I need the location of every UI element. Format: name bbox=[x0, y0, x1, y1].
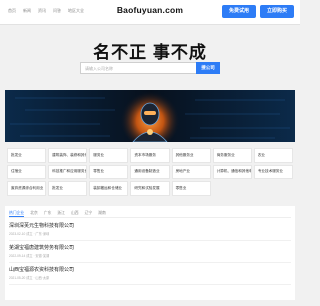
company-search-input[interactable]: 请输入公司名称 bbox=[80, 62, 196, 74]
category-item[interactable]: 研究和试验发展 bbox=[130, 181, 170, 196]
company-list-panel: 热门企业 北京 广东 浙江 山西 辽宁 湖南 深圳深芙元生物科技有限公司 202… bbox=[5, 206, 295, 300]
category-item[interactable]: 零售业 bbox=[171, 181, 211, 196]
category-item[interactable]: 服务业 bbox=[89, 148, 129, 163]
category-item[interactable]: 通用设备制造业 bbox=[130, 164, 170, 180]
tab-guangdong[interactable]: 广东 bbox=[44, 210, 52, 217]
company-list-item[interactable]: 芜湖宝福唐建筑劳务有限公司 2022-09-14 成立 · 安徽·芜湖 bbox=[9, 242, 291, 263]
company-list-item[interactable]: 山西宝福源农资科技有限公司 2021-05-20 成立 · 山西·太原 bbox=[9, 264, 291, 285]
category-item[interactable]: 科技推广和应用服务业 bbox=[48, 164, 88, 180]
industry-category-grid: 批发业 建筑装饰、装修和其他建筑业 服务业 资本市场服务 其他服务业 商务服务业… bbox=[5, 146, 295, 198]
category-item[interactable]: 废弃资源综合利用业 bbox=[7, 181, 47, 196]
category-item[interactable]: 农业 bbox=[253, 148, 293, 163]
company-meta: 2022-09-14 成立 · 安徽·芜湖 bbox=[9, 254, 50, 258]
nav-regions-link[interactable]: 地区大全 bbox=[68, 7, 84, 15]
buy-now-button[interactable]: 立即购买 bbox=[260, 5, 294, 18]
category-item[interactable]: 建筑装饰、装修和其他建筑业 bbox=[48, 148, 88, 163]
category-item[interactable]: 房地产业 bbox=[171, 164, 211, 180]
tab-beijing[interactable]: 北京 bbox=[30, 210, 38, 217]
tab-zhejiang[interactable]: 浙江 bbox=[57, 210, 65, 217]
tab-shanxi[interactable]: 山西 bbox=[71, 210, 79, 217]
category-item[interactable]: 计算机、通信和其他电子设备制造业 bbox=[212, 164, 252, 180]
tab-liaoning[interactable]: 辽宁 bbox=[85, 210, 93, 217]
nav-qa-link[interactable]: 问答 bbox=[53, 7, 61, 15]
category-item[interactable]: 资本市场服务 bbox=[130, 148, 170, 163]
banner-illustration bbox=[5, 90, 295, 142]
company-meta: 2021-05-20 成立 · 山西·太原 bbox=[9, 276, 50, 280]
region-tabs: 热门企业 北京 广东 浙江 山西 辽宁 湖南 bbox=[9, 210, 106, 217]
category-item[interactable]: 批发业 bbox=[7, 148, 47, 163]
category-item[interactable]: 商务服务业 bbox=[212, 148, 252, 163]
hero-heading: 名不正 事不成 bbox=[93, 43, 207, 62]
category-item[interactable]: 其他服务业 bbox=[171, 148, 211, 163]
site-title[interactable]: Baofuyuan.com bbox=[102, 5, 198, 15]
nav-news-link[interactable]: 新闻 bbox=[23, 7, 31, 15]
company-name[interactable]: 深圳深芙元生物科技有限公司 bbox=[9, 222, 74, 229]
category-item[interactable]: 批发业 bbox=[48, 181, 88, 196]
company-name[interactable]: 芜湖宝福唐建筑劳务有限公司 bbox=[9, 244, 74, 251]
tab-hot[interactable]: 热门企业 bbox=[9, 210, 25, 217]
category-item[interactable]: 住宿业 bbox=[7, 164, 47, 180]
tabs-divider bbox=[9, 217, 291, 218]
company-name[interactable]: 山西宝福源农资科技有限公司 bbox=[9, 266, 74, 273]
free-trial-button[interactable]: 免费试用 bbox=[222, 5, 256, 18]
category-item[interactable]: 装卸搬运和仓储业 bbox=[89, 181, 129, 196]
company-meta: 2023-02-10 成立 · 广东·深圳 bbox=[9, 232, 50, 236]
search-company-button[interactable]: 搜公司 bbox=[196, 62, 220, 74]
nav-home-link[interactable]: 首页 bbox=[8, 7, 16, 15]
company-list-item[interactable] bbox=[9, 286, 291, 306]
company-list-item[interactable]: 深圳深芙元生物科技有限公司 2023-02-10 成立 · 广东·深圳 bbox=[9, 220, 291, 241]
top-navigation-bar: 首页 新闻 资讯 问答 地区大全 Baofuyuan.com 免费试用 立即购买 bbox=[0, 0, 300, 25]
nav-info-link[interactable]: 资讯 bbox=[38, 7, 46, 15]
top-nav-links: 首页 新闻 资讯 问答 地区大全 bbox=[8, 7, 84, 15]
tab-hunan[interactable]: 湖南 bbox=[98, 210, 106, 217]
category-item[interactable]: 零售业 bbox=[89, 164, 129, 180]
category-item[interactable]: 专业技术服务业 bbox=[253, 164, 293, 180]
hero-banner-image bbox=[5, 90, 295, 142]
